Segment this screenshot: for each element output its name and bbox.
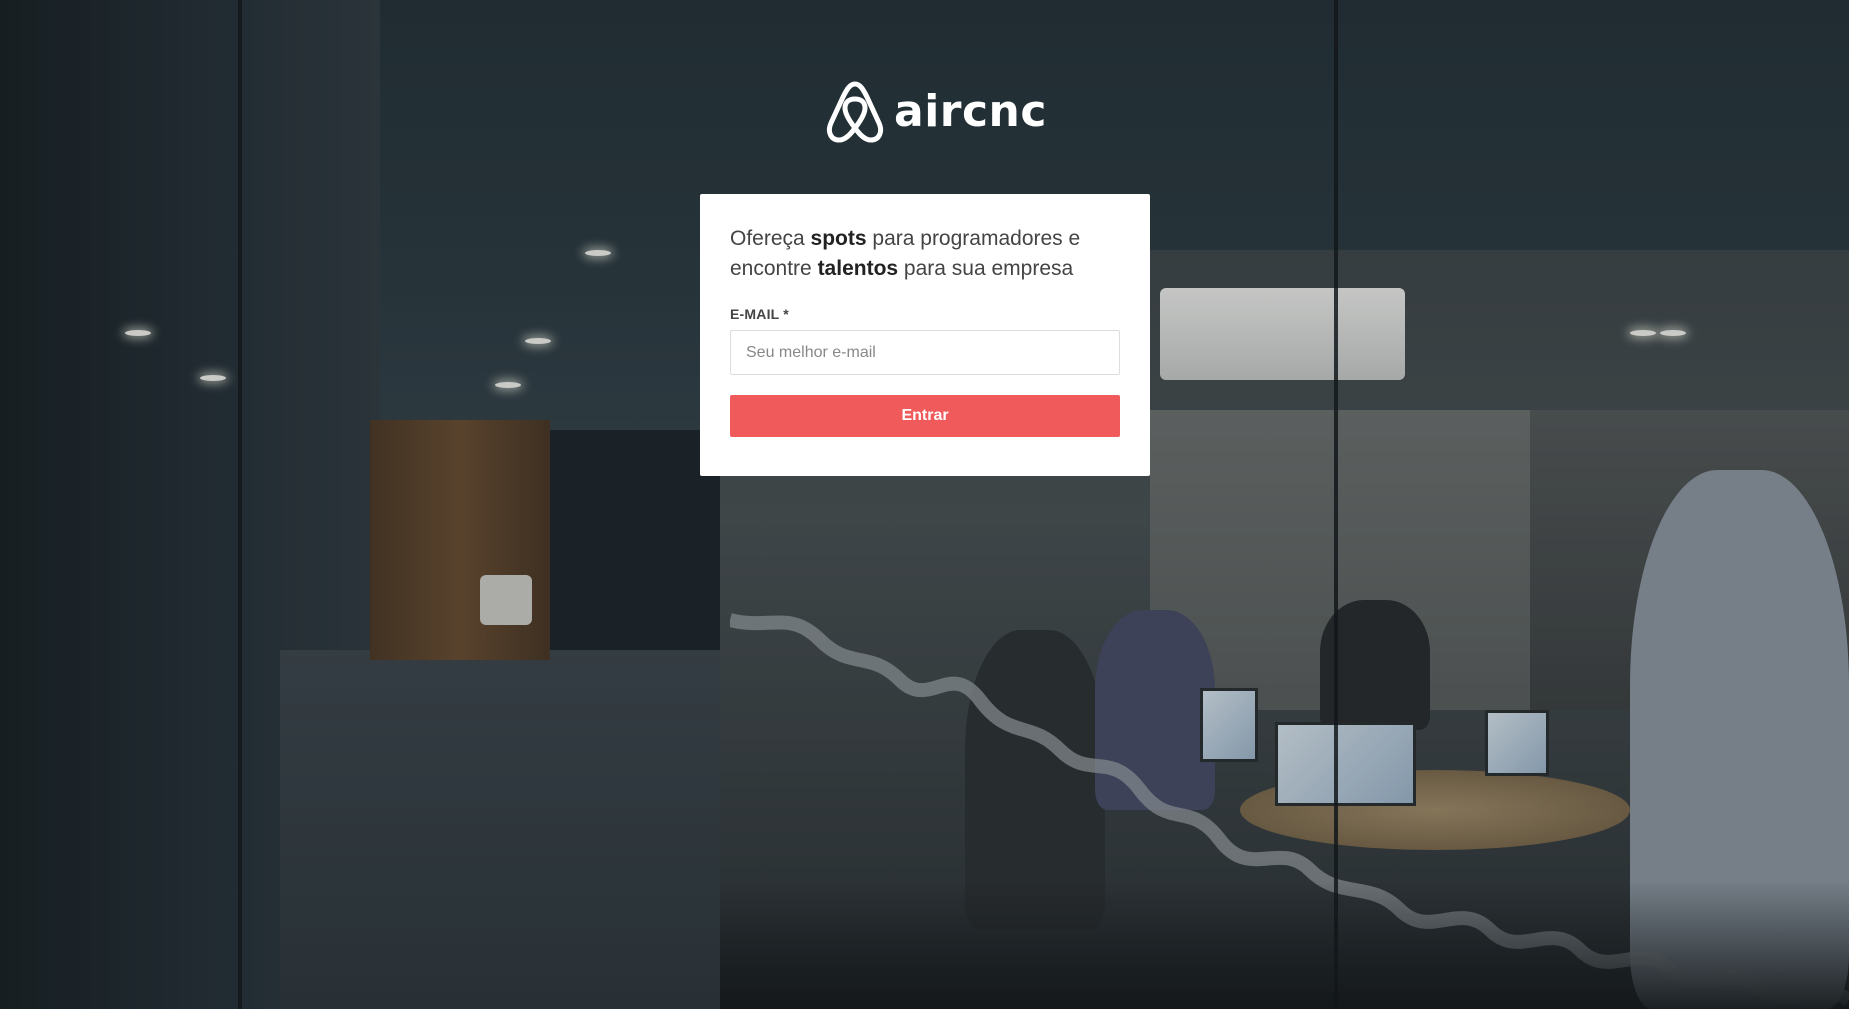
login-card: Ofereça spots para programadores e encon…: [700, 194, 1150, 476]
headline: Ofereça spots para programadores e encon…: [730, 224, 1120, 284]
background-overlay: [0, 0, 1849, 1009]
airbnb-belo-icon: [826, 81, 884, 143]
headline-text: Ofereça: [730, 227, 811, 250]
background-photo: [0, 0, 1849, 1009]
login-page: aircnc Ofereça spots para programadores …: [0, 0, 1849, 1009]
headline-emphasis: talentos: [817, 257, 899, 280]
email-field[interactable]: [730, 330, 1120, 375]
email-label: E-MAIL *: [730, 306, 789, 322]
brand-logo: aircnc: [826, 80, 1047, 144]
headline-text: para sua empresa: [898, 257, 1074, 280]
login-button[interactable]: Entrar: [730, 395, 1120, 437]
brand-name: aircnc: [894, 86, 1047, 137]
headline-emphasis: spots: [810, 227, 867, 250]
